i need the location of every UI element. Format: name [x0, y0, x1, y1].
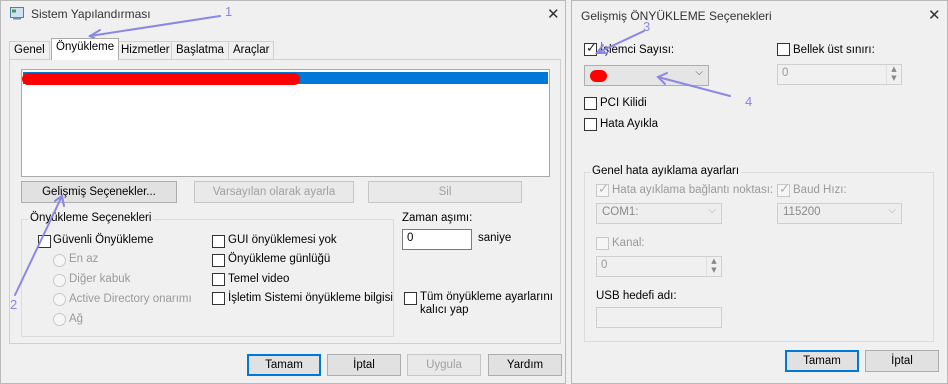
boot-log-label: Önyükleme günlüğü — [228, 253, 331, 265]
annotation-3: 3 — [643, 19, 651, 34]
annotation-4: 4 — [745, 94, 753, 109]
boot-log-checkbox[interactable] — [212, 254, 225, 267]
tab-general[interactable]: Genel — [9, 41, 50, 60]
os-boot-info-label: İşletim Sistemi önyükleme bilgisi — [228, 292, 393, 304]
radio-alternate-shell-label: Diğer kabuk — [69, 273, 131, 285]
safe-boot-label: Güvenli Önyükleme — [53, 234, 154, 246]
make-permanent-checkbox[interactable] — [404, 292, 417, 305]
advanced-boot-options-window: Gelişmiş ÖNYÜKLEME Seçenekleri ✕ ✓ İşlem… — [571, 0, 948, 384]
set-default-button[interactable]: Varsayılan olarak ayarla — [194, 181, 354, 203]
close-icon[interactable]: ✕ — [928, 6, 941, 24]
radio-ad-repair[interactable] — [53, 293, 66, 306]
chevron-down-icon: ⌵ — [695, 67, 703, 78]
close-icon[interactable]: ✕ — [547, 5, 560, 23]
channel-input[interactable]: 0 ▲ ▼ — [596, 256, 722, 277]
usb-target-label: USB hedefi adı: — [596, 290, 677, 302]
no-gui-boot-checkbox[interactable] — [212, 235, 225, 248]
radio-minimal-label: En az — [69, 253, 99, 265]
spin-arrows-icon[interactable]: ▲ ▼ — [886, 65, 901, 84]
cancel-button[interactable]: İptal — [865, 350, 939, 372]
radio-minimal[interactable] — [53, 254, 66, 267]
debug-checkbox[interactable] — [584, 118, 597, 131]
tab-startup[interactable]: Başlatma — [171, 41, 229, 60]
tab-tools[interactable]: Araçlar — [228, 41, 275, 60]
os-boot-info-checkbox[interactable] — [212, 292, 225, 305]
help-button[interactable]: Yardım — [488, 354, 562, 376]
timeout-label: Zaman aşımı: — [402, 212, 473, 224]
system-configuration-window: Sistem Yapılandırması ✕ Genel Önyükleme … — [0, 0, 566, 384]
pci-lock-checkbox[interactable] — [584, 97, 597, 110]
max-memory-value: 0 — [782, 67, 789, 79]
pci-lock-label: PCI Kilidi — [600, 97, 647, 109]
baud-rate-combo[interactable]: 115200 ⌵ — [777, 203, 902, 224]
app-icon — [10, 7, 24, 20]
apply-button[interactable]: Uygula — [407, 354, 481, 376]
no-gui-boot-label: GUI önyüklemesi yok — [228, 234, 337, 246]
base-video-checkbox[interactable] — [212, 273, 225, 286]
ok-button[interactable]: Tamam — [785, 350, 859, 372]
channel-checkbox[interactable] — [596, 237, 609, 250]
timeout-unit: saniye — [478, 232, 512, 244]
baud-rate-value: 115200 — [783, 206, 821, 218]
delete-button[interactable]: Sil — [368, 181, 522, 203]
debug-label: Hata Ayıkla — [600, 118, 658, 130]
debug-port-value: COM1: — [602, 206, 639, 218]
radio-network-label: Ağ — [69, 313, 84, 325]
debug-settings-legend: Genel hata ayıklama ayarları — [590, 165, 742, 177]
radio-network[interactable] — [53, 313, 66, 326]
window-title: Gelişmiş ÖNYÜKLEME Seçenekleri — [581, 9, 772, 23]
cpu-count-checkbox[interactable]: ✓ — [584, 41, 597, 56]
tab-boot[interactable]: Önyükleme — [51, 38, 120, 60]
boot-options-legend: Önyükleme Seçenekleri — [28, 212, 154, 224]
debug-port-combo[interactable]: COM1: ⌵ — [596, 203, 722, 224]
advanced-options-button[interactable]: Gelişmiş Seçenekler... — [21, 181, 177, 203]
cpu-count-label: İşlemci Sayısı: — [600, 44, 675, 56]
ok-button[interactable]: Tamam — [247, 354, 321, 376]
chevron-down-icon: ⌵ — [888, 205, 896, 216]
debug-port-checkbox[interactable]: ✓ — [596, 182, 609, 197]
annotation-2: 2 — [10, 297, 18, 312]
max-memory-checkbox[interactable] — [777, 43, 790, 56]
make-permanent-label: Tüm önyükleme ayarlarını kalıcı yap — [420, 291, 553, 316]
channel-label: Kanal: — [612, 237, 645, 249]
max-memory-input[interactable]: 0 ▲ ▼ — [777, 64, 902, 85]
baud-rate-checkbox[interactable]: ✓ — [777, 182, 790, 197]
spin-arrows-icon[interactable]: ▲ ▼ — [706, 257, 721, 276]
annotation-1: 1 — [225, 4, 233, 19]
base-video-label: Temel video — [228, 273, 290, 285]
timeout-input[interactable]: 0 — [402, 229, 472, 250]
cancel-button[interactable]: İptal — [327, 354, 401, 376]
boot-entries-list[interactable] — [21, 69, 550, 177]
usb-target-input[interactable] — [596, 307, 722, 328]
radio-ad-repair-label: Active Directory onarımı — [69, 293, 192, 305]
chevron-down-icon: ⌵ — [708, 205, 716, 216]
window-title: Sistem Yapılandırması — [31, 7, 151, 21]
redaction-mark — [590, 70, 607, 82]
debug-port-label: Hata ayıklama bağlantı noktası: — [612, 184, 774, 196]
radio-alternate-shell[interactable] — [53, 274, 66, 287]
tab-services[interactable]: Hizmetler — [116, 41, 175, 60]
safe-boot-checkbox[interactable] — [38, 235, 51, 248]
channel-value: 0 — [601, 259, 608, 271]
baud-rate-label: Baud Hızı: — [793, 184, 847, 196]
max-memory-label: Bellek üst sınırı: — [793, 44, 875, 56]
redaction-mark — [22, 73, 300, 85]
cpu-count-combo[interactable]: ⌵ — [584, 65, 709, 86]
